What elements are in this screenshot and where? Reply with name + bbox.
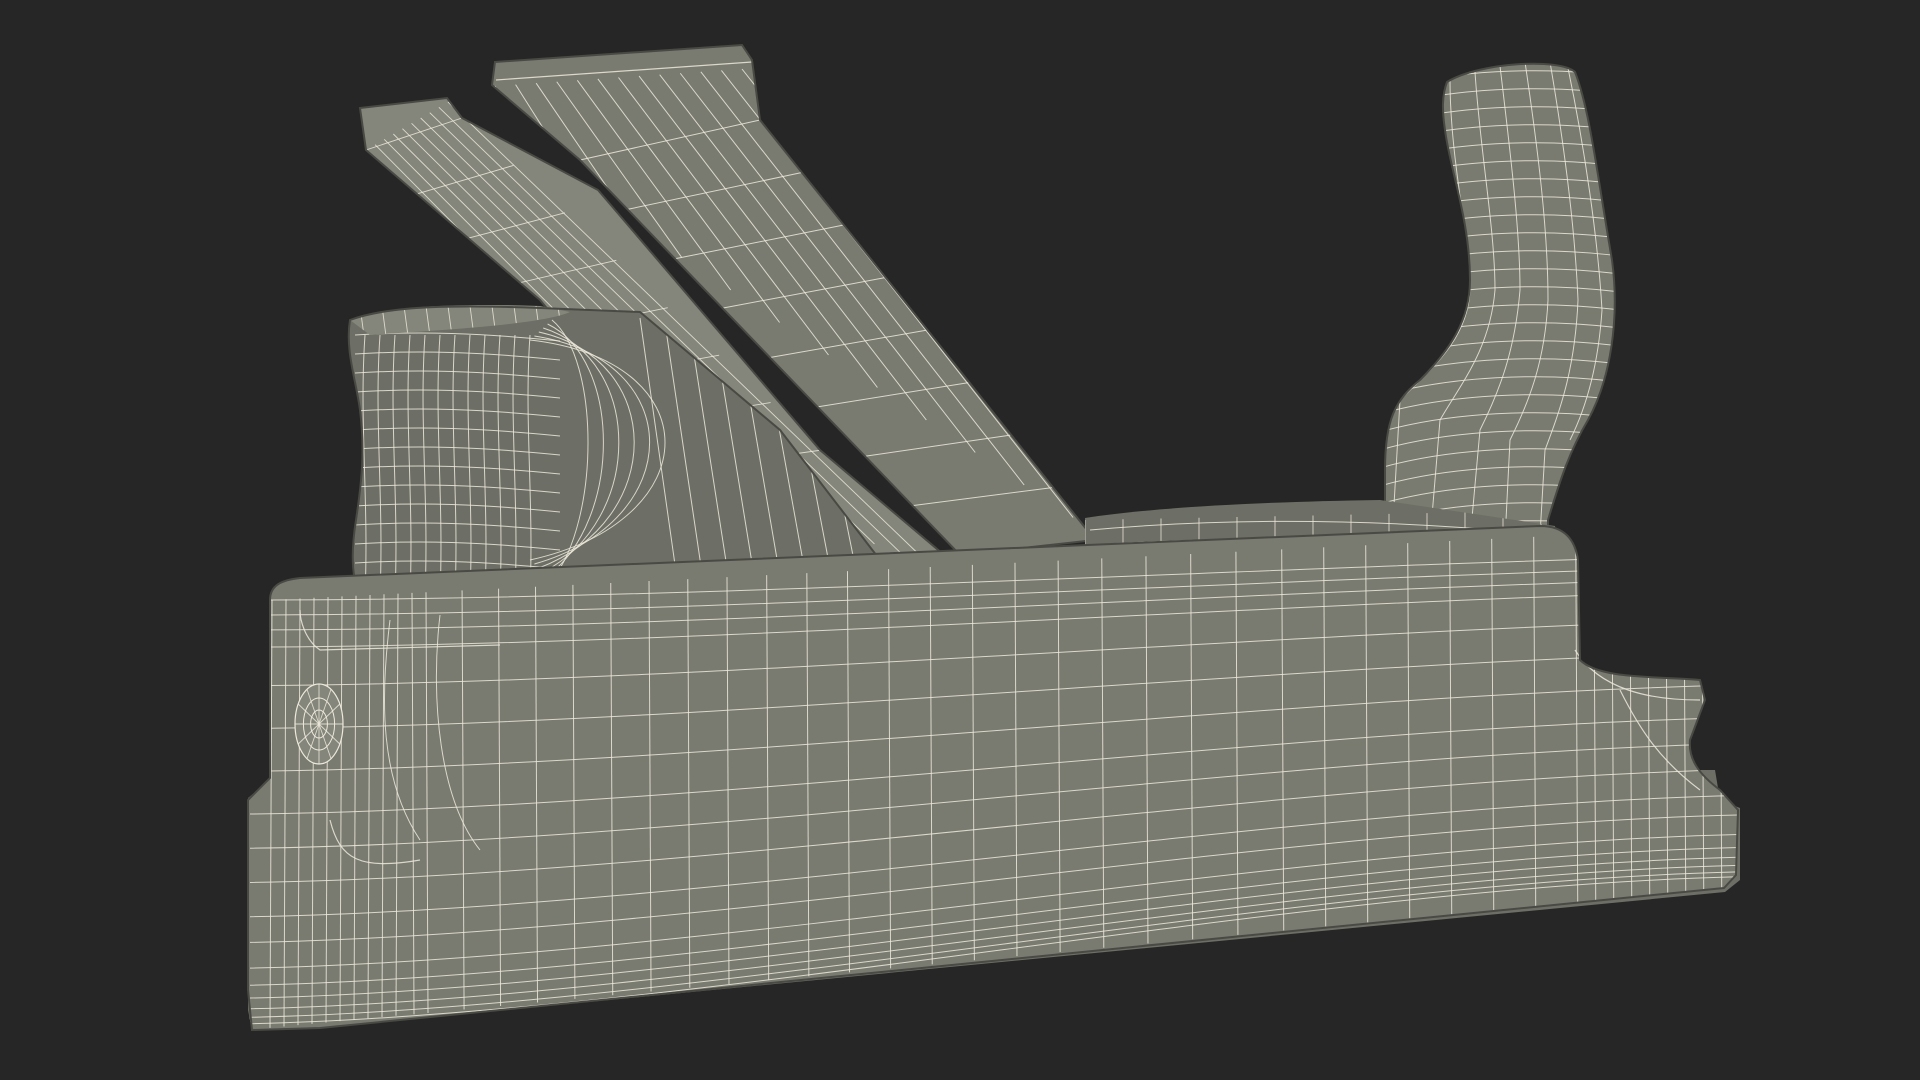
wireframe-model-canvas — [247, 43, 1740, 1032]
plane-body — [247, 524, 1740, 1032]
rear-handle-shape — [1385, 63, 1615, 540]
plane-body-shape — [248, 526, 1738, 1030]
rear-handle — [1384, 62, 1616, 542]
3d-viewport[interactable] — [0, 0, 1920, 1080]
side-pin — [294, 683, 344, 765]
